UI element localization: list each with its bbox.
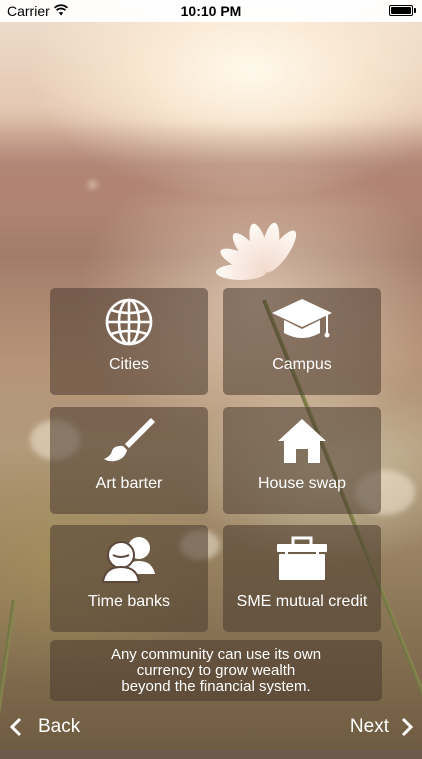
info-panel: Any community can use its own currency t…	[50, 640, 382, 701]
globe-icon	[50, 296, 208, 348]
briefcase-icon	[223, 533, 381, 585]
status-bar: Carrier 10:10 PM	[0, 0, 422, 22]
clock: 10:10 PM	[180, 3, 242, 19]
background-haze	[0, 120, 422, 210]
next-button[interactable]: Next	[350, 716, 413, 738]
tile-label: Cities	[108, 356, 149, 373]
daisy-petal	[216, 264, 266, 280]
battery-icon	[389, 5, 413, 16]
house-icon	[223, 415, 381, 467]
chevron-right-icon	[401, 717, 413, 737]
tile-label: House swap	[257, 475, 347, 492]
tile-campus[interactable]: Campus	[223, 288, 381, 395]
back-button[interactable]: Back	[10, 716, 80, 738]
tile-label: SME mutual credit	[236, 593, 368, 610]
people-icon	[50, 533, 208, 585]
back-label: Back	[38, 716, 81, 737]
tile-label: Time banks	[87, 593, 171, 610]
tile-house-swap[interactable]: House swap	[223, 407, 381, 514]
bokeh-light	[88, 180, 97, 189]
tile-label: Art barter	[95, 475, 163, 492]
chevron-left-icon	[10, 717, 22, 737]
tile-time-banks[interactable]: Time banks	[50, 525, 208, 632]
info-line: Any community can use its own	[110, 645, 322, 663]
tile-sme-mutual-credit[interactable]: SME mutual credit	[223, 525, 381, 632]
paintbrush-icon	[50, 415, 208, 467]
tile-label: Campus	[272, 356, 332, 373]
info-line: currency to grow wealth	[136, 661, 296, 679]
tile-cities[interactable]: Cities	[50, 288, 208, 395]
info-line: beyond the financial system.	[121, 677, 311, 695]
graduation-cap-icon	[223, 296, 381, 348]
battery-level	[391, 7, 411, 14]
battery-tip	[414, 8, 416, 13]
tile-art-barter[interactable]: Art barter	[50, 407, 208, 514]
next-label: Next	[349, 716, 389, 737]
